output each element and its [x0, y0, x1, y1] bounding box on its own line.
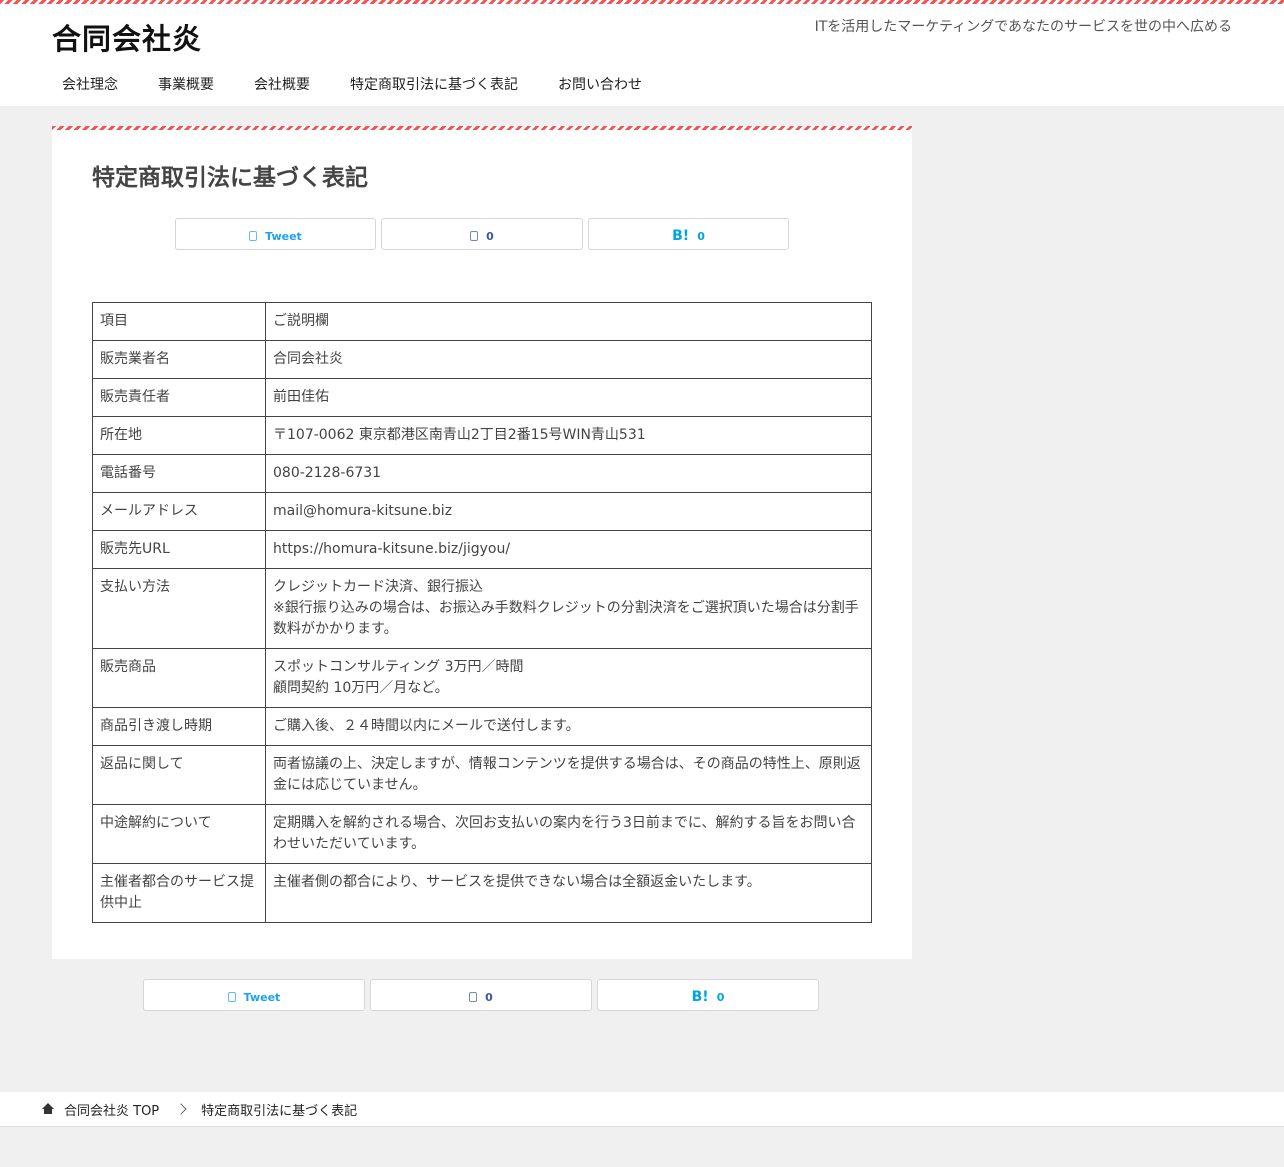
nav-item-company[interactable]: 会社概要	[234, 74, 330, 94]
table-key: 中途解約について	[92, 804, 266, 864]
table-row: 販売先URL https://homura-kitsune.biz/jigyou/	[92, 530, 872, 569]
table-row: 返品に関して 両者協議の上、決定しますが、情報コンテンツを提供する場合は、その商品…	[92, 745, 872, 805]
site-header: 合同会社炎 ITを活用したマーケティングであなたのサービスを世の中へ広める 会社…	[0, 4, 1284, 106]
table-value: 080-2128-6731	[265, 454, 872, 493]
hatena-count: 0	[697, 229, 705, 243]
table-value: 主催者側の都合により、サービスを提供できない場合は全額返金いたします。	[265, 863, 872, 923]
twitter-icon	[249, 231, 258, 241]
table-key: 支払い方法	[92, 568, 266, 649]
nav-item-philosophy[interactable]: 会社理念	[42, 74, 138, 94]
breadcrumb: 合同会社炎 TOP 特定商取引法に基づく表記	[0, 1092, 1284, 1127]
tweet-button[interactable]: Tweet	[175, 218, 376, 250]
table-row: 項目 ご説明欄	[92, 302, 872, 341]
table-key: 主催者都合のサービス提供中止	[92, 863, 266, 923]
site-title[interactable]: 合同会社炎	[52, 16, 202, 58]
tweet-button[interactable]: Tweet	[143, 979, 365, 1011]
breadcrumb-current: 特定商取引法に基づく表記	[201, 1103, 358, 1119]
global-nav: 会社理念 事業概要 会社概要 特定商取引法に基づく表記 お問い合わせ	[42, 74, 662, 94]
table-row: 販売業者名 合同会社炎	[92, 340, 872, 379]
table-row: 所在地 〒107-0062 東京都港区南青山2丁目2番15号WIN青山531	[92, 416, 872, 455]
hatena-count: 0	[716, 990, 725, 1004]
table-row: 電話番号 080-2128-6731	[92, 454, 872, 493]
facebook-share-button[interactable]: 0	[381, 218, 583, 250]
table-value: ご説明欄	[265, 302, 872, 341]
breadcrumb-home-link[interactable]: 合同会社炎 TOP	[64, 1100, 159, 1119]
table-value: 定期購入を解約される場合、次回お支払いの案内を行う3日前までに、解約する旨をお問…	[265, 804, 872, 864]
table-key: メールアドレス	[92, 492, 266, 531]
table-key: 販売先URL	[92, 530, 266, 569]
table-value: クレジットカード決済、銀行振込 ※銀行振り込みの場合は、お振込み手数料クレジット…	[265, 568, 872, 649]
table-key: 所在地	[92, 416, 266, 455]
table-row: メールアドレス mail@homura-kitsune.biz	[92, 492, 872, 531]
table-key: 販売商品	[92, 648, 266, 708]
table-key: 返品に関して	[92, 745, 266, 805]
home-icon	[42, 1102, 54, 1114]
tweet-label: Tweet	[265, 229, 302, 243]
table-value: 〒107-0062 東京都港区南青山2丁目2番15号WIN青山531	[265, 416, 872, 455]
facebook-count: 0	[486, 229, 494, 243]
table-key: 販売責任者	[92, 378, 266, 417]
legal-info-table: 項目 ご説明欄 販売業者名 合同会社炎 販売責任者 前田佳佑 所在地 〒107-0062…	[92, 302, 872, 923]
table-value: 合同会社炎	[265, 340, 872, 379]
page-title: 特定商取引法に基づく表記	[92, 165, 368, 191]
table-row: 主催者都合のサービス提供中止 主催者側の都合により、サービスを提供できない場合は全…	[92, 863, 872, 923]
hatena-bookmark-icon: B!	[691, 989, 709, 1005]
table-value: 両者協議の上、決定しますが、情報コンテンツを提供する場合は、その商品の特性上、原…	[265, 745, 872, 805]
hatena-bookmark-button[interactable]: B! 0	[588, 218, 789, 250]
facebook-icon	[469, 992, 478, 1002]
facebook-count: 0	[485, 990, 493, 1004]
table-row: 支払い方法 クレジットカード決済、銀行振込 ※銀行振り込みの場合は、お振込み手数料…	[92, 568, 872, 649]
table-key: 項目	[92, 302, 266, 341]
tweet-label: Tweet	[243, 990, 281, 1004]
article: 特定商取引法に基づく表記 Tweet 0 B! 0 項目 ご説明欄 販売業者名 合同…	[52, 126, 912, 959]
table-value: https://homura-kitsune.biz/jigyou/	[265, 530, 872, 569]
table-row: 商品引き渡し時期 ご購入後、２４時間以内にメールで送付します。	[92, 707, 872, 746]
article-stripe	[52, 126, 912, 130]
twitter-icon	[227, 992, 236, 1002]
table-row: 中途解約について 定期購入を解約される場合、次回お支払いの案内を行う3日前までに、…	[92, 804, 872, 864]
nav-item-contact[interactable]: お問い合わせ	[538, 74, 662, 94]
table-value: ご購入後、２４時間以内にメールで送付します。	[265, 707, 872, 746]
facebook-icon	[470, 231, 479, 241]
table-value: mail@homura-kitsune.biz	[265, 492, 872, 531]
table-key: 販売業者名	[92, 340, 266, 379]
hatena-bookmark-icon: B!	[672, 228, 690, 244]
table-row: 販売商品 スポットコンサルティング 3万円／時間 顧問契約 10万円／月など。	[92, 648, 872, 708]
nav-item-legal-notice[interactable]: 特定商取引法に基づく表記	[330, 74, 538, 94]
nav-item-business[interactable]: 事業概要	[138, 74, 234, 94]
site-tagline: ITを活用したマーケティングであなたのサービスを世の中へ広める	[814, 19, 1232, 35]
table-row: 販売責任者 前田佳佑	[92, 378, 872, 417]
chevron-right-icon	[175, 1103, 187, 1115]
table-value: 前田佳佑	[265, 378, 872, 417]
share-buttons-bottom: Tweet 0 B! 0	[143, 979, 819, 1011]
hatena-bookmark-button[interactable]: B! 0	[597, 979, 819, 1011]
table-value: スポットコンサルティング 3万円／時間 顧問契約 10万円／月など。	[265, 648, 872, 708]
table-key: 商品引き渡し時期	[92, 707, 266, 746]
facebook-share-button[interactable]: 0	[370, 979, 592, 1011]
table-key: 電話番号	[92, 454, 266, 493]
share-buttons-top: Tweet 0 B! 0	[175, 218, 789, 250]
